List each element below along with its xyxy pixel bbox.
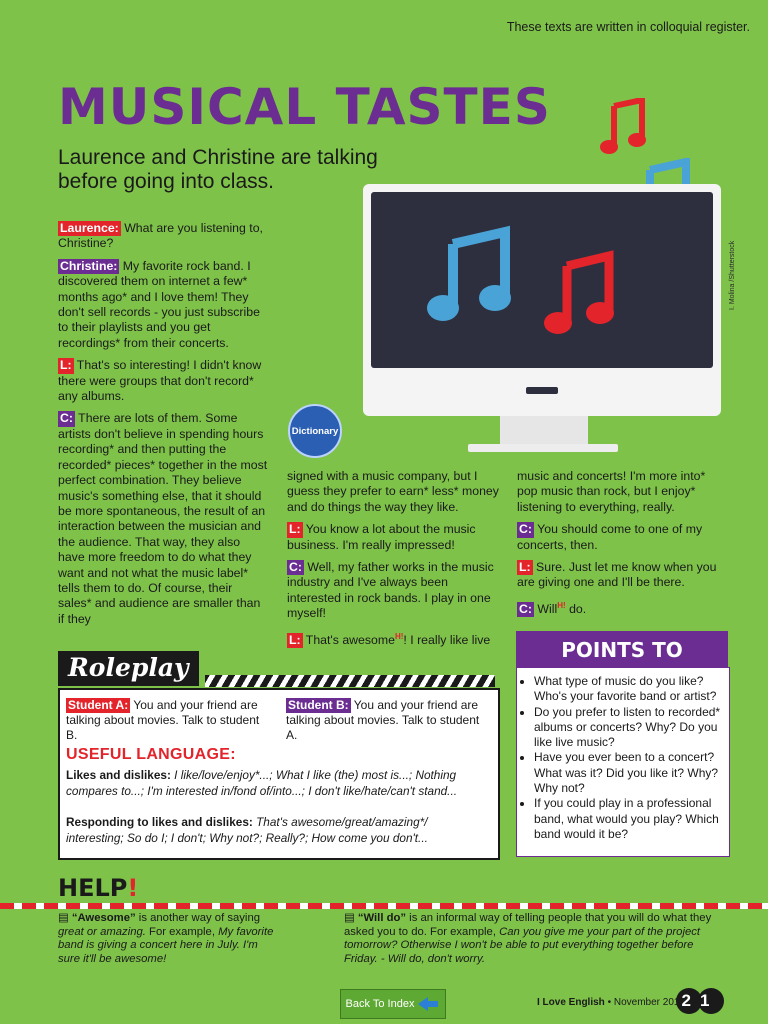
dialogue-line: Christine: My favorite rock band. I disc… <box>58 258 268 351</box>
points-to-discuss-header: POINTS TO DISCUSS <box>516 631 728 700</box>
dialogue-line: C: Well, my father works in the music in… <box>287 560 499 622</box>
discuss-item: If you could play in a professional band… <box>534 796 721 842</box>
speaker-tag: C: <box>517 522 534 538</box>
help-term: “Will do” <box>357 912 407 924</box>
back-to-index-button[interactable]: Back To Index <box>340 989 446 1019</box>
dialogue-column-3: music and concerts! I'm more into* pop m… <box>517 469 727 624</box>
dialogue-line: Laurence: What are you listening to, Chr… <box>58 221 268 252</box>
help-note-awesome: ▤ “Awesome” is another way of saying gre… <box>58 912 278 966</box>
magazine-footer: I Love English • November 2019 <box>537 997 685 1008</box>
roleplay-header: Roleplay <box>58 651 199 686</box>
dialogue-text: signed with a music company, but I guess… <box>287 469 499 514</box>
speaker-tag: Laurence: <box>58 221 121 237</box>
help-title: HELP! <box>58 874 138 902</box>
help-text: For example, <box>145 925 219 938</box>
discuss-item: Do you prefer to listen to recorded* alb… <box>534 705 721 751</box>
monitor-screen <box>371 192 713 368</box>
computer-monitor-illustration <box>363 184 721 416</box>
speaker-tag: L: <box>287 632 303 649</box>
dialogue-text: You should come to one of my concerts, t… <box>517 522 703 552</box>
help-bang: ! <box>127 874 139 902</box>
dialogue-text: Sure. Just let me know when you are givi… <box>517 560 717 590</box>
speaker-tag: L: <box>287 522 303 538</box>
help-italic: great or amazing. <box>58 925 146 938</box>
speaker-tag: Christine: <box>58 258 120 275</box>
likes-dislikes: Likes and dislikes: I like/love/enjoy*..… <box>66 767 486 799</box>
dialogue-column-2: signed with a music company, but I guess… <box>287 469 499 655</box>
speaker-tag: L: <box>517 560 533 576</box>
page-number-text: 21 <box>681 991 719 1010</box>
dialogue-text: That's awesome <box>302 632 395 647</box>
dialogue-text: Well, my father works in the music indus… <box>287 560 494 621</box>
dialogue-line: L: You know a lot about the music busine… <box>287 522 499 553</box>
monitor-stand <box>500 416 588 446</box>
dialogue-line: L: That's so interesting! I didn't know … <box>58 358 268 404</box>
book-icon: ▤ <box>344 912 355 924</box>
roleplay-stripes <box>205 675 495 687</box>
music-note-icon <box>600 98 646 154</box>
dialogue-text: Will <box>533 601 558 616</box>
help-marker: H! <box>557 600 566 610</box>
student-b-tag: Student B: <box>286 698 351 713</box>
speaker-tag: C: <box>287 560 304 576</box>
arrow-left-icon <box>418 997 439 1011</box>
monitor-logo <box>526 387 558 394</box>
help-text: is another way of saying <box>135 912 261 924</box>
student-a-tag: Student A: <box>66 698 131 713</box>
book-icon: ▤ <box>58 912 69 924</box>
student-a-prompt: Student A: You and your friend are talki… <box>66 698 266 743</box>
dictionary-badge[interactable]: Dictionary <box>288 404 342 458</box>
dialogue-text: You know a lot about the music business.… <box>287 522 476 552</box>
discuss-item: Have you ever been to a concert? What wa… <box>534 750 721 796</box>
speaker-tag: L: <box>58 358 74 374</box>
dialogue-line: C: There are lots of them. Some artists … <box>58 411 268 627</box>
dialogue-text: That's so interesting! I didn't know the… <box>58 358 262 404</box>
points-to-discuss-box: What type of music do you like? Who's yo… <box>516 667 730 857</box>
likes-label: Likes and dislikes: <box>66 768 171 782</box>
register-note: These texts are written in colloquial re… <box>506 20 750 34</box>
dialogue-text: music and concerts! I'm more into* pop m… <box>517 469 706 514</box>
dialogue-line: C: WillH! do. <box>517 598 727 618</box>
dialogue-column-1: Laurence: What are you listening to, Chr… <box>58 221 268 634</box>
help-divider <box>0 903 768 909</box>
dialogue-line: L: That's awesomeH!! I really like live <box>287 629 499 649</box>
issue-date: • November 2019 <box>604 997 686 1008</box>
page-title: MUSICAL TASTES <box>58 78 551 136</box>
back-button-label: Back To Index <box>345 998 415 1010</box>
music-notes-icon <box>427 225 614 334</box>
help-word: HELP <box>58 874 128 902</box>
dialogue-text: There are lots of them. Some artists don… <box>58 411 268 626</box>
dialogue-text: ! I really like live <box>403 632 491 647</box>
dialogue-line: L: Sure. Just let me know when you are g… <box>517 560 727 591</box>
discuss-item: What type of music do you like? Who's yo… <box>534 674 721 705</box>
dialogue-line: C: You should come to one of my concerts… <box>517 522 727 553</box>
brand: I Love English <box>537 997 605 1008</box>
responding-label: Responding to likes and dislikes: <box>66 815 253 829</box>
speaker-tag: C: <box>58 411 75 427</box>
responding: Responding to likes and dislikes: That's… <box>66 814 486 846</box>
roleplay-box: Student A: You and your friend are talki… <box>58 688 500 860</box>
student-b-prompt: Student B: You and your friend are talki… <box>286 698 486 743</box>
monitor-stand-base <box>468 444 618 452</box>
image-credit: I. Molina /Shutterstock <box>729 240 736 310</box>
useful-language-title: USEFUL LANGUAGE: <box>66 746 236 763</box>
help-note-will-do: ▤ “Will do” is an informal way of tellin… <box>344 912 729 966</box>
speaker-tag: C: <box>517 601 534 618</box>
page-number: 21 <box>675 987 725 1015</box>
help-term: “Awesome” <box>71 912 136 924</box>
discuss-list: What type of music do you like? Who's yo… <box>517 674 729 842</box>
dialogue-text: do. <box>565 601 587 616</box>
